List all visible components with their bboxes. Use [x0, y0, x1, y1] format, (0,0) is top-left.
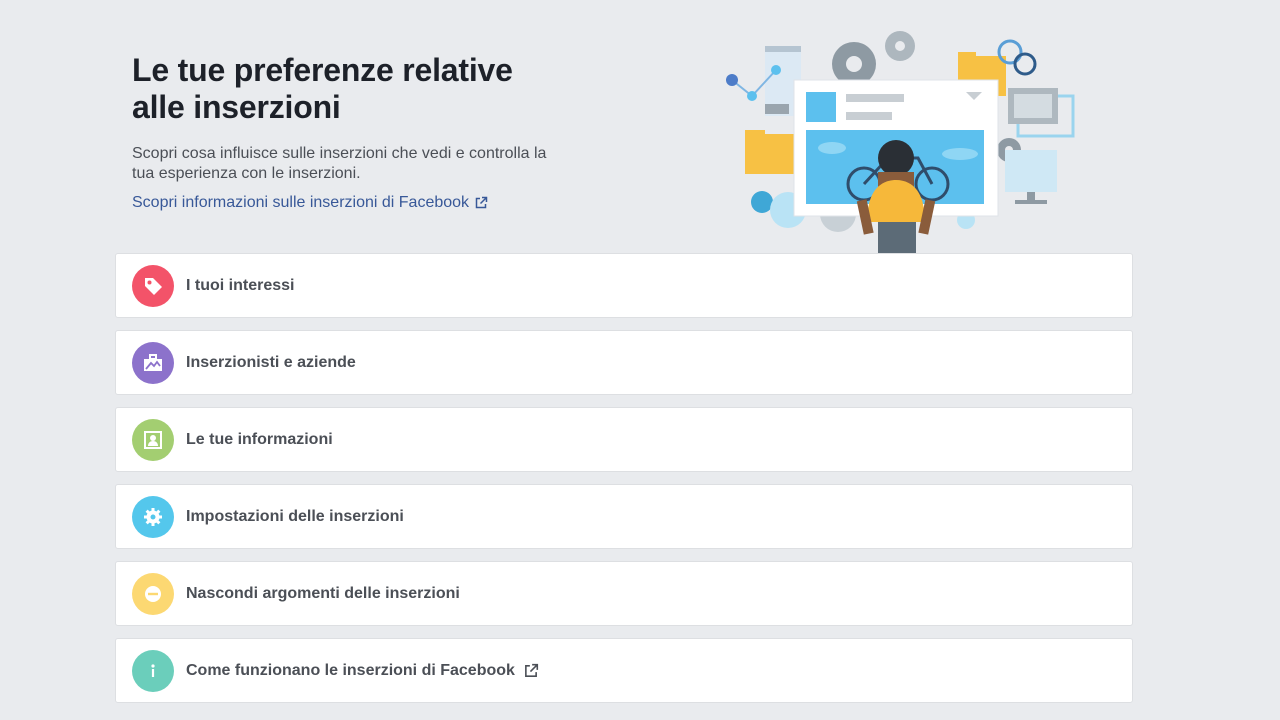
section-label-with-link: Come funzionano le inserzioni di Faceboo…	[186, 662, 539, 680]
header-text: Le tue preferenze relative alle inserzio…	[132, 52, 592, 213]
section-your-interests[interactable]: I tuoi interessi	[115, 253, 1133, 318]
briefcase-icon-circle	[132, 341, 174, 384]
ads-illustration	[726, 31, 1075, 254]
profile-card-icon	[144, 430, 162, 449]
section-hide-ad-topics[interactable]: Nascondi argomenti delle inserzioni	[115, 561, 1133, 626]
header-section: Le tue preferenze relative alle inserzio…	[0, 0, 1280, 254]
section-label: Le tue informazioni	[186, 430, 333, 448]
learn-about-ads-link[interactable]: Scopri informazioni sulle inserzioni di …	[132, 193, 488, 213]
gear-icon-circle	[132, 495, 174, 538]
section-label: I tuoi interessi	[186, 276, 295, 294]
tag-icon-circle	[132, 264, 174, 307]
page-subtitle: Scopri cosa influisce sulle inserzioni c…	[132, 145, 547, 182]
page-title-line2: alle inserzioni	[132, 89, 341, 125]
section-label: Impostazioni delle inserzioni	[186, 507, 404, 525]
preferences-list: I tuoi interessi Inserzionisti e aziende…	[115, 253, 1133, 715]
page-title-line1: Le tue preferenze relative	[132, 52, 513, 88]
info-icon	[151, 663, 155, 677]
external-link-icon	[524, 663, 539, 677]
gear-icon	[144, 507, 162, 526]
hide-minus-icon	[145, 585, 161, 602]
tag-icon	[145, 277, 162, 295]
profile-card-icon-circle	[132, 418, 174, 461]
briefcase-icon	[144, 353, 162, 371]
section-label: Come funzionano le inserzioni di Faceboo…	[186, 661, 515, 679]
section-label: Inserzionisti e aziende	[186, 353, 356, 371]
section-ad-settings[interactable]: Impostazioni delle inserzioni	[115, 484, 1133, 549]
learn-about-ads-link-label: Scopri informazioni sulle inserzioni di …	[132, 194, 470, 211]
hide-minus-icon-circle	[132, 572, 174, 615]
section-advertisers[interactable]: Inserzionisti e aziende	[115, 330, 1133, 395]
section-your-information[interactable]: Le tue informazioni	[115, 407, 1133, 472]
section-how-ads-work[interactable]: Come funzionano le inserzioni di Faceboo…	[115, 638, 1133, 703]
info-icon-circle	[132, 649, 174, 692]
external-link-icon	[475, 196, 488, 209]
section-label: Nascondi argomenti delle inserzioni	[186, 584, 460, 602]
page-title: Le tue preferenze relative alle inserzio…	[132, 52, 592, 126]
